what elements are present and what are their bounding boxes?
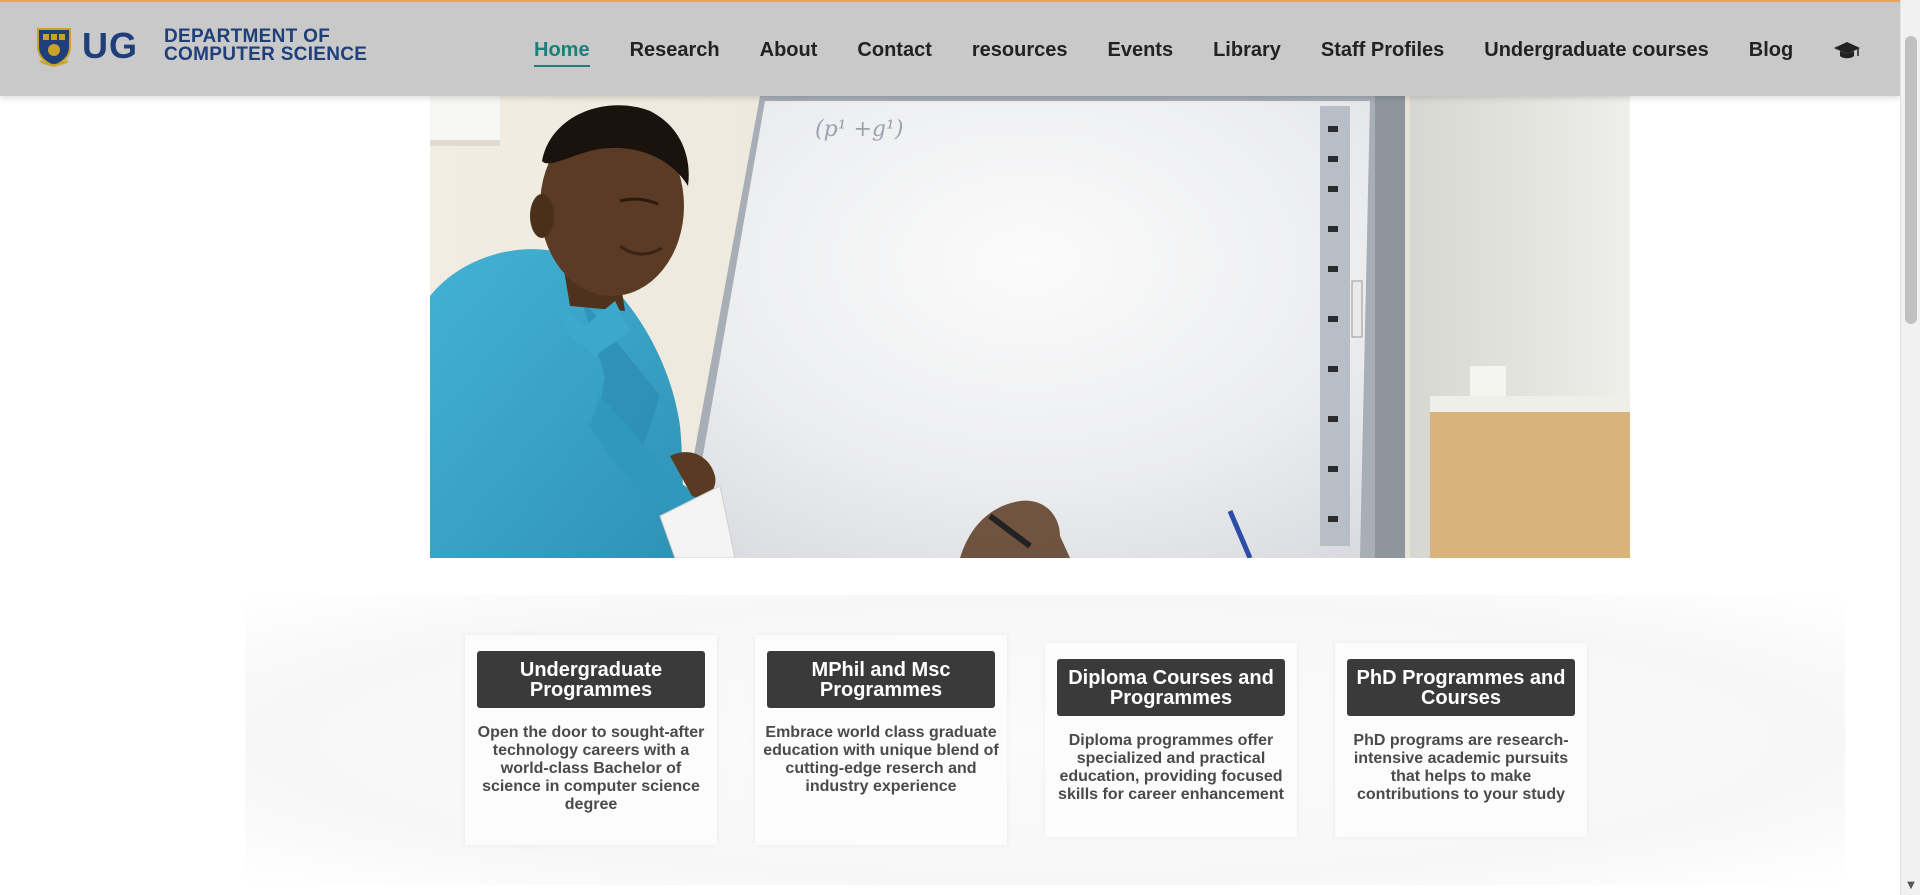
nav-library[interactable]: Library bbox=[1213, 38, 1281, 62]
programme-card-diploma: Diploma Courses and Programmes Diploma p… bbox=[1045, 643, 1297, 837]
nav-home[interactable]: Home bbox=[534, 38, 590, 67]
programme-card-phd: PhD Programmes and Courses PhD programs … bbox=[1335, 643, 1587, 837]
programme-title-mphil-msc[interactable]: MPhil and Msc Programmes bbox=[767, 651, 995, 708]
nav-events[interactable]: Events bbox=[1107, 38, 1173, 62]
nav-undergraduate-courses[interactable]: Undergraduate courses bbox=[1484, 38, 1709, 62]
page: UG DEPARTMENT OF COMPUTER SCIENCE Home R… bbox=[0, 0, 1920, 895]
nav-about[interactable]: About bbox=[760, 38, 818, 62]
programme-desc-phd: PhD programs are research-intensive acad… bbox=[1353, 732, 1569, 803]
scroll-thumb[interactable] bbox=[1905, 36, 1917, 324]
programme-desc-mphil-msc: Embrace world class graduate education w… bbox=[763, 724, 999, 795]
nav-blog[interactable]: Blog bbox=[1749, 38, 1793, 62]
programmes-section: Undergraduate Programmes Open the door t… bbox=[245, 595, 1845, 885]
programme-card-undergraduate: Undergraduate Programmes Open the door t… bbox=[465, 635, 717, 845]
page-scrollbar[interactable]: ▲ ▼ bbox=[1900, 0, 1920, 895]
university-crest-icon bbox=[37, 28, 71, 67]
nav-resources[interactable]: resources bbox=[972, 38, 1068, 62]
brand-dept-line2: COMPUTER SCIENCE bbox=[164, 44, 368, 65]
main-nav: Home Research About Contact resources Ev… bbox=[534, 2, 1861, 98]
brand-short: UG bbox=[82, 25, 138, 66]
nav-staff-profiles[interactable]: Staff Profiles bbox=[1321, 38, 1444, 62]
hero-image: (p¹ +g¹) bbox=[430, 96, 1630, 558]
programme-desc-diploma: Diploma programmes offer specialized and… bbox=[1058, 732, 1284, 803]
nav-contact[interactable]: Contact bbox=[857, 38, 931, 62]
programme-title-diploma[interactable]: Diploma Courses and Programmes bbox=[1057, 659, 1285, 716]
programme-title-phd[interactable]: PhD Programmes and Courses bbox=[1347, 659, 1575, 716]
lecturer-at-whiteboard-photo: (p¹ +g¹) bbox=[430, 96, 1630, 558]
programme-card-mphil-msc: MPhil and Msc Programmes Embrace world c… bbox=[755, 635, 1007, 845]
site-logo[interactable]: UG DEPARTMENT OF COMPUTER SCIENCE bbox=[34, 22, 367, 70]
graduation-cap-icon[interactable] bbox=[1833, 38, 1861, 62]
site-header: UG DEPARTMENT OF COMPUTER SCIENCE Home R… bbox=[0, 0, 1900, 96]
brand-department: DEPARTMENT OF COMPUTER SCIENCE bbox=[164, 27, 368, 65]
whiteboard-writing: (p¹ +g¹) bbox=[815, 117, 903, 142]
nav-research[interactable]: Research bbox=[630, 38, 720, 62]
scroll-down-arrow-icon[interactable]: ▼ bbox=[1901, 877, 1920, 895]
programme-title-undergraduate[interactable]: Undergraduate Programmes bbox=[477, 651, 705, 708]
programme-desc-undergraduate: Open the door to sought-after technology… bbox=[477, 724, 705, 813]
